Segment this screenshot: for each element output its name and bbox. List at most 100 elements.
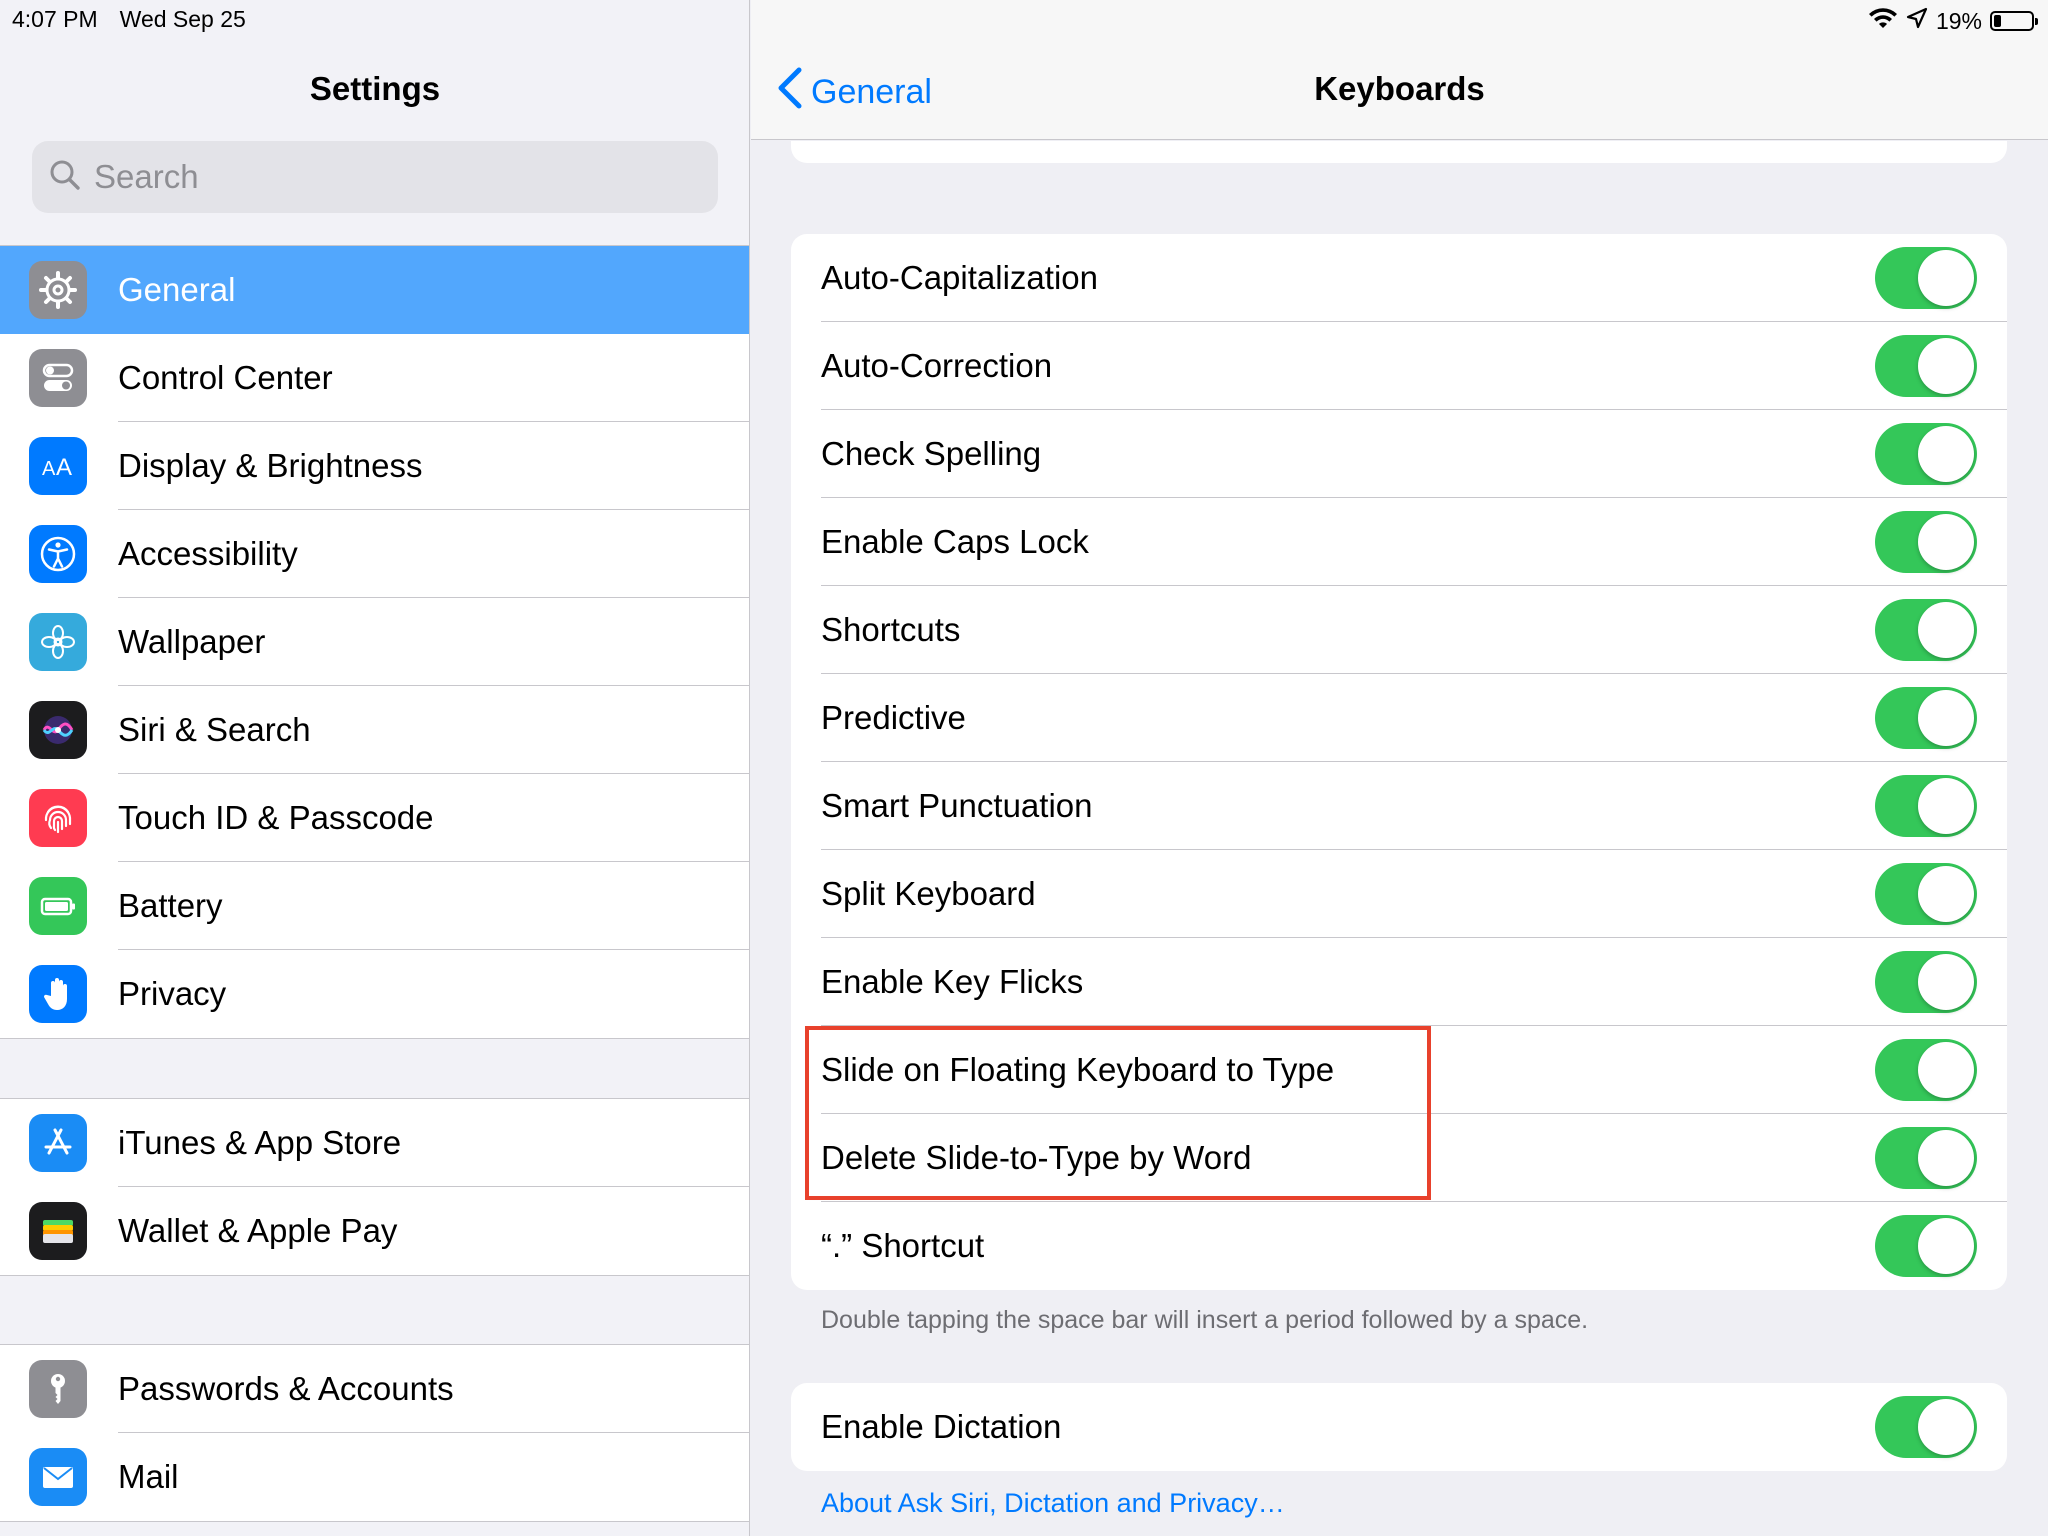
battery-icon xyxy=(29,877,87,935)
setting-label: Shortcuts xyxy=(821,611,961,648)
shortcut-toggle[interactable] xyxy=(1875,1215,1977,1277)
text-size-icon: AA xyxy=(29,437,87,495)
sidebar-group: Passwords & Accounts Mail xyxy=(0,1344,749,1522)
sidebar-item-label: Display & Brightness xyxy=(118,447,423,484)
settings-row-slide-on-floating-keyboard-to-type: Slide on Floating Keyboard to Type xyxy=(791,1026,2007,1114)
sidebar-item-label: Battery xyxy=(118,887,223,924)
dictation-privacy-link[interactable]: About Ask Siri, Dictation and Privacy… xyxy=(821,1488,1285,1519)
sidebar-item-display-brightness[interactable]: A A Display & Brightness xyxy=(0,422,749,510)
enable-caps-lock-toggle[interactable] xyxy=(1875,511,1977,573)
sidebar-item-mail[interactable]: Mail xyxy=(0,1433,749,1521)
status-bar-right: 19% xyxy=(1868,6,2038,36)
sidebar-item-touch-id-passcode[interactable]: Touch ID & Passcode xyxy=(0,774,749,862)
key-icon xyxy=(29,1360,87,1418)
sidebar-item-privacy[interactable]: Privacy xyxy=(0,950,749,1038)
sidebar-item-label: Touch ID & Passcode xyxy=(118,799,434,836)
gear-icon xyxy=(29,261,87,319)
location-arrow-icon xyxy=(1906,7,1928,35)
sidebar-item-label: Passwords & Accounts xyxy=(118,1370,454,1407)
sidebar-item-label: Siri & Search xyxy=(118,711,311,748)
wifi-icon xyxy=(1868,6,1898,36)
siri-icon xyxy=(29,701,87,759)
sidebar-item-label: iTunes & App Store xyxy=(118,1124,402,1161)
svg-text:A: A xyxy=(42,458,56,480)
search-icon xyxy=(48,158,82,197)
dictation-group: Enable Dictation xyxy=(791,1383,2007,1471)
settings-sidebar: Settings General Control Center AA Display … xyxy=(0,0,750,1536)
split-keyboard-toggle[interactable] xyxy=(1875,863,1977,925)
setting-label: “.” Shortcut xyxy=(821,1227,985,1264)
sidebar-item-general[interactable]: General xyxy=(0,246,749,334)
settings-row-auto-capitalization: Auto-Capitalization xyxy=(791,234,2007,322)
shortcuts-toggle[interactable] xyxy=(1875,599,1977,661)
settings-row-shortcut: “.” Shortcut xyxy=(791,1202,2007,1290)
settings-row-predictive: Predictive xyxy=(791,674,2007,762)
search-bar[interactable] xyxy=(32,141,718,213)
wallet-icon xyxy=(29,1202,87,1260)
enable-key-flicks-toggle[interactable] xyxy=(1875,951,1977,1013)
sidebar-item-label: Control Center xyxy=(118,359,333,396)
auto-correction-toggle[interactable] xyxy=(1875,335,1977,397)
auto-capitalization-toggle[interactable] xyxy=(1875,247,1977,309)
slide-on-floating-keyboard-to-type-toggle[interactable] xyxy=(1875,1039,1977,1101)
settings-row-check-spelling: Check Spelling xyxy=(791,410,2007,498)
battery-percent: 19% xyxy=(1935,7,1982,34)
setting-label: Split Keyboard xyxy=(821,875,1036,912)
sidebar-item-wallet-apple-pay[interactable]: Wallet & Apple Pay xyxy=(0,1187,749,1275)
sidebar-item-label: General xyxy=(118,271,236,308)
status-date: Wed Sep 25 xyxy=(119,6,246,32)
sidebar-item-battery[interactable]: Battery xyxy=(0,862,749,950)
settings-row-enable-dictation: Enable Dictation xyxy=(791,1383,2007,1471)
setting-label: Check Spelling xyxy=(821,435,1042,472)
setting-label: Delete Slide-to-Type by Word xyxy=(821,1139,1252,1176)
sidebar-item-label: Mail xyxy=(118,1458,179,1495)
smart-punctuation-toggle[interactable] xyxy=(1875,775,1977,837)
mail-icon xyxy=(29,1448,87,1506)
enable-dictation-toggle[interactable] xyxy=(1875,1396,1977,1458)
hand-icon xyxy=(29,965,87,1023)
search-input[interactable] xyxy=(94,158,694,196)
setting-label: Predictive xyxy=(821,699,966,736)
check-spelling-toggle[interactable] xyxy=(1875,423,1977,485)
page-title: Keyboards xyxy=(1314,70,1485,107)
sidebar-item-siri-search[interactable]: Siri & Search xyxy=(0,686,749,774)
app-store-icon xyxy=(29,1114,87,1172)
sidebar-item-passwords-accounts[interactable]: Passwords & Accounts xyxy=(0,1345,749,1433)
sidebar-item-wallpaper[interactable]: Wallpaper xyxy=(0,598,749,686)
sidebar-item-accessibility[interactable]: Accessibility xyxy=(0,510,749,598)
svg-text:A: A xyxy=(56,454,72,481)
status-time: 4:07 PM xyxy=(12,6,98,32)
setting-label: Enable Caps Lock xyxy=(821,523,1089,560)
sidebar-item-label: Wallet & Apple Pay xyxy=(118,1212,398,1249)
predictive-toggle[interactable] xyxy=(1875,687,1977,749)
setting-label: Enable Key Flicks xyxy=(821,963,1084,1000)
settings-row-delete-slide-to-type-by-word: Delete Slide-to-Type by Word xyxy=(791,1114,2007,1202)
period-shortcut-footnote: Double tapping the space bar will insert… xyxy=(821,1306,1589,1334)
flower-icon xyxy=(29,613,87,671)
sidebar-item-control-center[interactable]: Control Center xyxy=(0,334,749,422)
settings-row-shortcuts: Shortcuts xyxy=(791,586,2007,674)
sidebar-item-itunes-app-store[interactable]: iTunes & App Store xyxy=(0,1099,749,1187)
setting-label: Auto-Correction xyxy=(821,347,1053,384)
delete-slide-to-type-by-word-toggle[interactable] xyxy=(1875,1127,1977,1189)
setting-label: Slide on Floating Keyboard to Type xyxy=(821,1051,1335,1088)
sidebar-item-label: Privacy xyxy=(118,975,227,1012)
sidebar-group: General Control Center A A Display & Brightn… xyxy=(0,245,749,1039)
battery-status-icon xyxy=(1990,11,2038,31)
toggles-icon xyxy=(29,349,87,407)
sidebar-item-label: Accessibility xyxy=(118,535,298,572)
settings-row-enable-key-flicks: Enable Key Flicks xyxy=(791,938,2007,1026)
keyboard-options-group: Auto-Capitalization Auto-Correction Check … xyxy=(791,234,2007,1290)
previous-group-edge xyxy=(791,141,2007,163)
sidebar-title: Settings xyxy=(309,70,441,107)
navigation-bar: General Keyboards xyxy=(751,0,2048,140)
setting-label: Auto-Capitalization xyxy=(821,259,1098,296)
setting-label: Smart Punctuation xyxy=(821,787,1093,824)
sidebar-item-label: Wallpaper xyxy=(118,623,266,660)
settings-row-auto-correction: Auto-Correction xyxy=(791,322,2007,410)
accessibility-icon xyxy=(29,525,87,583)
fingerprint-icon xyxy=(29,789,87,847)
detail-pane: General Keyboards Auto-Capitalization Aut… xyxy=(751,0,2048,1536)
settings-row-enable-caps-lock: Enable Caps Lock xyxy=(791,498,2007,586)
sidebar-group: iTunes & App Store Wallet & Apple Pay xyxy=(0,1098,749,1276)
